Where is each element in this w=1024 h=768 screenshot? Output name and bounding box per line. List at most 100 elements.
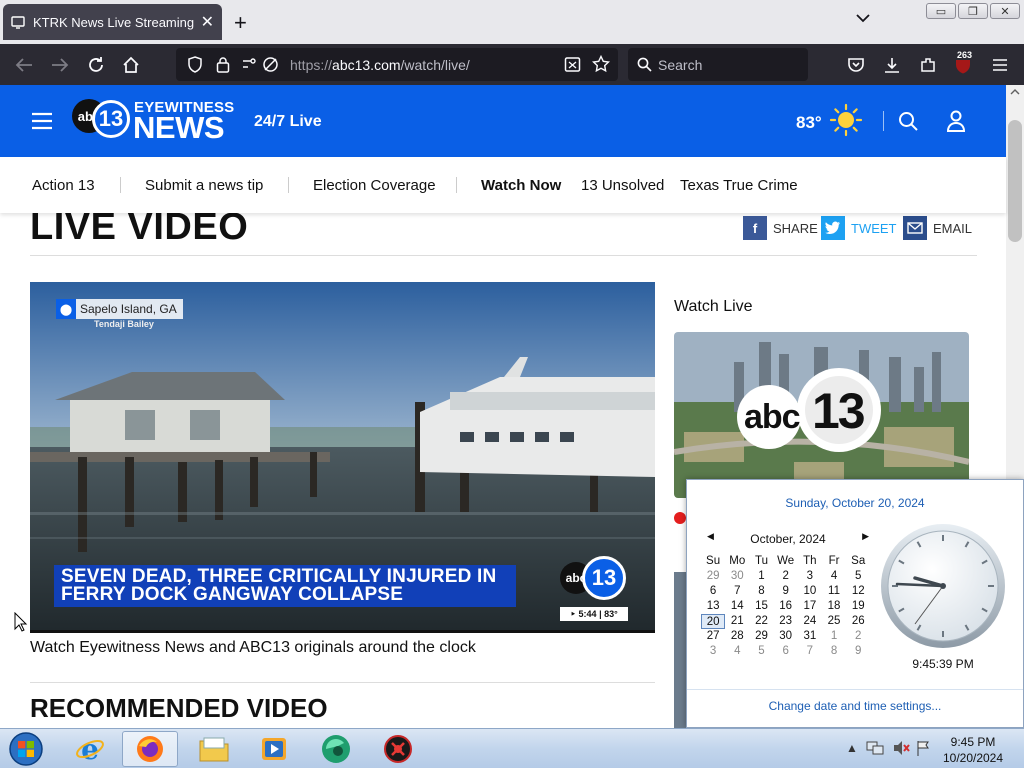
calendar-day[interactable]: 30 xyxy=(774,629,798,644)
subnav-watch-now[interactable]: Watch Now xyxy=(481,177,561,194)
change-date-time-link[interactable]: Change date and time settings... xyxy=(687,699,1023,713)
calendar-day[interactable]: 9 xyxy=(774,584,798,599)
subnav-texas-true-crime[interactable]: Texas True Crime xyxy=(680,177,798,194)
calendar-day[interactable]: 18 xyxy=(822,599,846,614)
scrollbar-thumb[interactable] xyxy=(1008,120,1022,242)
calendar-day[interactable]: 21 xyxy=(725,614,749,629)
calendar-day[interactable]: 14 xyxy=(725,599,749,614)
calendar-day[interactable]: 8 xyxy=(822,644,846,659)
new-tab-button[interactable]: + xyxy=(234,10,247,36)
extensions-icon[interactable] xyxy=(917,54,939,76)
calendar-day[interactable]: 13 xyxy=(701,599,725,614)
start-orb-icon[interactable] xyxy=(0,731,52,767)
show-hidden-icons-icon[interactable]: ▲ xyxy=(846,741,858,755)
minimize-button[interactable]: ▭ xyxy=(926,3,956,19)
app-red-icon[interactable] xyxy=(370,731,426,767)
subnav-action-13[interactable]: Action 13 xyxy=(32,177,95,194)
calendar-day[interactable]: 29 xyxy=(701,569,725,584)
calendar-day[interactable]: 30 xyxy=(725,569,749,584)
tab-close-icon[interactable]: ✕ xyxy=(201,12,214,32)
twitter-share-button[interactable]: TWEET xyxy=(821,216,897,240)
popup-long-date[interactable]: Sunday, October 20, 2024 xyxy=(687,496,1023,510)
calendar-day[interactable]: 2 xyxy=(846,629,870,644)
reload-icon[interactable] xyxy=(85,54,107,76)
facebook-share-button[interactable]: f SHARE xyxy=(743,216,818,240)
app-green-icon[interactable] xyxy=(308,731,364,767)
calendar-day[interactable]: 10 xyxy=(798,584,822,599)
autoplay-blocked-icon[interactable] xyxy=(262,56,279,73)
live-stream-thumbnail[interactable]: abc 13 xyxy=(674,332,969,498)
calendar-day[interactable]: 4 xyxy=(822,569,846,584)
calendar-day[interactable]: 26 xyxy=(846,614,870,629)
user-icon[interactable] xyxy=(946,110,966,132)
internet-explorer-icon[interactable]: e xyxy=(62,731,118,767)
calendar-day[interactable]: 25 xyxy=(822,614,846,629)
scroll-up-icon[interactable] xyxy=(1010,89,1020,95)
calendar-day[interactable]: 8 xyxy=(749,584,773,599)
back-icon[interactable] xyxy=(13,54,35,76)
reader-view-icon[interactable] xyxy=(564,56,581,73)
subnav-13-unsolved[interactable]: 13 Unsolved xyxy=(581,177,664,194)
calendar-day[interactable]: 9 xyxy=(846,644,870,659)
calendar-day[interactable]: 6 xyxy=(701,584,725,599)
calendar-day-selected[interactable]: 20 xyxy=(701,614,726,629)
calendar-day[interactable]: 1 xyxy=(822,629,846,644)
calendar-day[interactable]: 7 xyxy=(725,584,749,599)
tab-active[interactable]: KTRK News Live Streaming Vide ✕ xyxy=(3,4,222,40)
url-bar[interactable]: https://abc13.com/watch/live/ xyxy=(176,48,618,81)
calendar-day[interactable]: 6 xyxy=(774,644,798,659)
restore-button[interactable]: ❐ xyxy=(958,3,988,19)
calendar-day[interactable]: 16 xyxy=(774,599,798,614)
action-center-flag-icon[interactable] xyxy=(916,740,930,756)
calendar-day[interactable]: 3 xyxy=(798,569,822,584)
network-icon[interactable] xyxy=(866,740,884,756)
calendar-day[interactable]: 22 xyxy=(749,614,773,629)
calendar-day[interactable]: 27 xyxy=(701,629,725,644)
email-share-button[interactable]: EMAIL xyxy=(903,216,972,240)
calendar-day[interactable]: 19 xyxy=(846,599,870,614)
calendar-day[interactable]: 12 xyxy=(846,584,870,599)
calendar-day[interactable]: 1 xyxy=(749,569,773,584)
list-all-tabs-icon[interactable] xyxy=(856,13,870,23)
video-player[interactable]: ⬤ Sapelo Island, GA Tendaji Bailey SEVEN… xyxy=(30,282,655,633)
calendar-day[interactable]: 15 xyxy=(749,599,773,614)
tray-clock[interactable]: 9:45 PM 10/20/2024 xyxy=(930,734,1016,766)
calendar-day[interactable]: 2 xyxy=(774,569,798,584)
hamburger-icon[interactable] xyxy=(31,112,53,130)
explorer-folder-icon[interactable] xyxy=(186,731,242,767)
next-month-icon[interactable]: ▶ xyxy=(862,531,869,542)
logo-news-text[interactable]: NEWS xyxy=(133,110,225,146)
home-icon[interactable] xyxy=(120,54,142,76)
search-icon[interactable] xyxy=(898,111,918,131)
app-menu-icon[interactable] xyxy=(989,54,1011,76)
calendar-day[interactable]: 31 xyxy=(798,629,822,644)
subnav-submit-news-tip[interactable]: Submit a news tip xyxy=(145,177,263,194)
calendar-day[interactable]: 5 xyxy=(846,569,870,584)
calendar-day[interactable]: 5 xyxy=(749,644,773,659)
bookmark-star-icon[interactable] xyxy=(592,55,610,73)
search-bar[interactable]: Search xyxy=(628,48,808,81)
logo-13-mark[interactable]: 13 xyxy=(92,100,130,138)
permissions-icon[interactable] xyxy=(242,56,260,72)
calendar-day[interactable]: 29 xyxy=(749,629,773,644)
calendar-day[interactable]: 17 xyxy=(798,599,822,614)
sun-icon[interactable] xyxy=(829,103,863,137)
close-window-button[interactable]: ✕ xyxy=(990,3,1020,19)
media-player-icon[interactable] xyxy=(246,731,302,767)
url-text[interactable]: https://abc13.com/watch/live/ xyxy=(290,57,470,73)
calendar-day[interactable]: 28 xyxy=(725,629,749,644)
calendar-day[interactable]: 4 xyxy=(725,644,749,659)
forward-icon[interactable] xyxy=(49,54,71,76)
live-link[interactable]: 24/7 Live xyxy=(254,113,322,131)
calendar-day[interactable]: 3 xyxy=(701,644,725,659)
pocket-icon[interactable] xyxy=(845,54,867,76)
calendar-day[interactable]: 23 xyxy=(774,614,798,629)
calendar-day[interactable]: 24 xyxy=(798,614,822,629)
firefox-icon[interactable] xyxy=(122,731,178,767)
lock-icon[interactable] xyxy=(216,56,230,73)
subnav-election-coverage[interactable]: Election Coverage xyxy=(313,177,436,194)
calendar-day[interactable]: 11 xyxy=(822,584,846,599)
calendar-month-label[interactable]: October, 2024 xyxy=(707,532,869,546)
temperature-text[interactable]: 83° xyxy=(796,113,822,133)
downloads-icon[interactable] xyxy=(881,54,903,76)
